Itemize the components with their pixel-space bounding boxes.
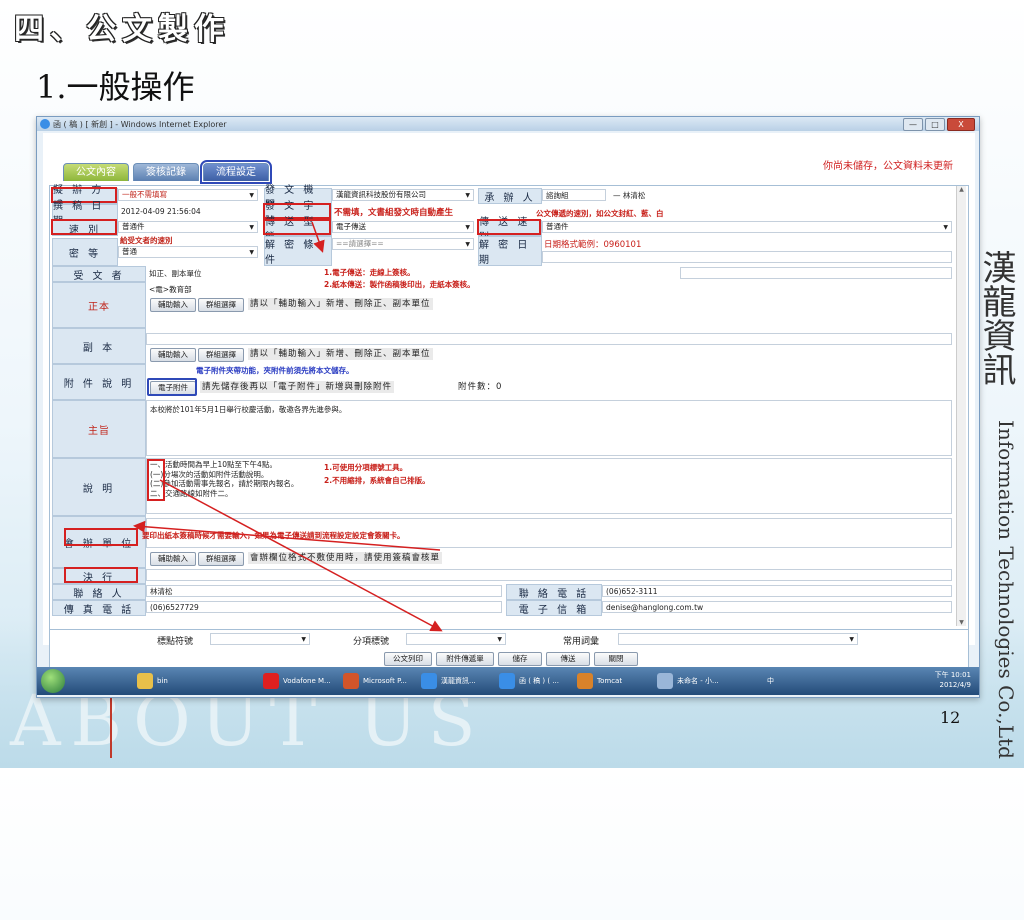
annotation-arrows [133, 221, 443, 632]
arrow-transfer-type [311, 221, 325, 253]
arrow-description [159, 479, 443, 632]
arrow-cosign [133, 520, 441, 551]
